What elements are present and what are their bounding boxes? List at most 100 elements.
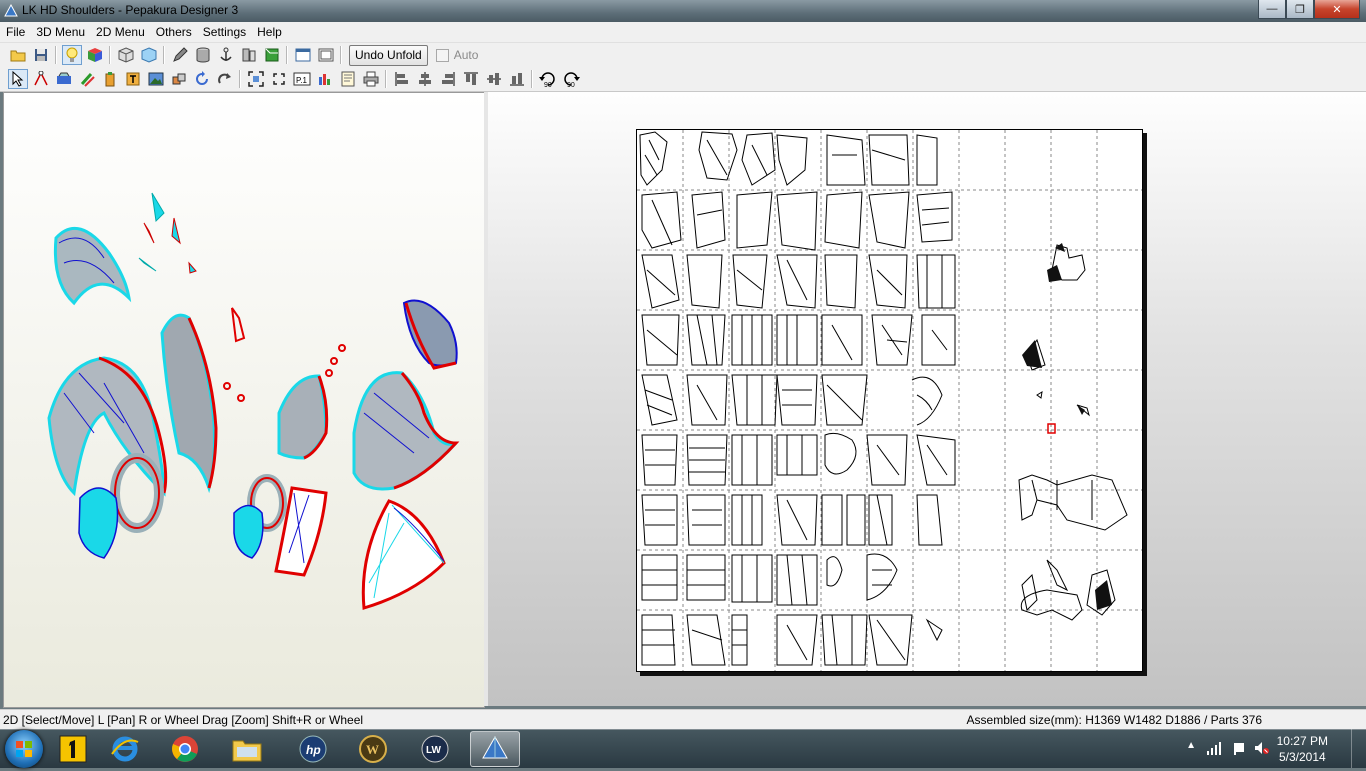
fit-page-button[interactable] (269, 69, 289, 89)
taskbar-app-1[interactable] (48, 731, 98, 767)
page-number-icon: P.1 (293, 72, 310, 86)
paint-tool-button[interactable] (77, 69, 97, 89)
minimize-button[interactable]: — (1258, 0, 1286, 19)
edge-nodes-icon (33, 71, 48, 86)
view-split-button[interactable] (316, 45, 336, 65)
show-desktop-button[interactable] (1351, 729, 1366, 768)
open-button[interactable] (8, 45, 28, 65)
fit-all-button[interactable] (246, 69, 266, 89)
rotate-left-label: 90 (544, 82, 552, 88)
close-button[interactable]: ✕ (1314, 0, 1360, 19)
title-bar[interactable]: LK HD Shoulders - Pepakura Designer 3 — … (0, 0, 1366, 22)
rotate-right-90-button[interactable]: 90 (561, 69, 581, 89)
align-center-button[interactable] (415, 69, 435, 89)
svg-text:LW: LW (426, 745, 442, 756)
floppy-icon (34, 49, 47, 61)
save-button[interactable] (31, 45, 51, 65)
taskbar-chrome[interactable] (160, 731, 210, 767)
print-button[interactable] (361, 69, 381, 89)
select-tool-button[interactable] (7, 69, 28, 89)
color-cube-icon (87, 48, 102, 62)
tray-expand-icon[interactable]: ▲ (1186, 740, 1196, 751)
svg-text:W: W (366, 742, 379, 757)
corners-icon (247, 71, 264, 87)
lightwave-icon: LW (421, 735, 449, 763)
windows-logo-icon (16, 741, 32, 757)
status-bar: 2D [Select/Move] L [Pan] R or Wheel Drag… (0, 709, 1366, 730)
align-right-icon (441, 72, 454, 86)
cylinder-button[interactable] (193, 45, 213, 65)
split-window-icon (318, 48, 333, 62)
network-signal-icon[interactable] (1206, 741, 1222, 755)
align-bottom-icon (509, 73, 524, 86)
text-tool-button[interactable] (100, 69, 120, 89)
flap-tool-button[interactable] (54, 69, 74, 89)
start-button[interactable] (5, 730, 43, 768)
hp-logo-icon: hp (299, 735, 327, 763)
texture-button[interactable] (85, 45, 105, 65)
rotate-icon (195, 71, 208, 85)
action-center-flag-icon[interactable] (1232, 741, 1246, 755)
taskbar-lightwave[interactable]: LW (410, 731, 460, 767)
menu-settings[interactable]: Settings (197, 25, 251, 39)
auto-checkbox[interactable]: Auto (435, 48, 478, 62)
menu-2d[interactable]: 2D Menu (90, 25, 150, 39)
chrome-icon (172, 736, 198, 762)
menu-help[interactable]: Help (251, 25, 287, 39)
page-button[interactable]: P.1 (292, 69, 312, 89)
taskbar-hp-app[interactable]: hp (288, 731, 338, 767)
taskbar-pepakura[interactable] (470, 731, 520, 767)
internet-explorer-icon (111, 736, 139, 762)
pepakura-app-icon (4, 4, 18, 17)
2d-view[interactable] (488, 92, 1366, 706)
image-icon (148, 72, 163, 86)
rotate-part-button[interactable] (192, 69, 212, 89)
chart-button[interactable] (315, 69, 335, 89)
restore-button[interactable]: ❐ (1286, 0, 1314, 19)
align-bottom-button[interactable] (507, 69, 527, 89)
show-3d-button[interactable] (116, 45, 136, 65)
3d-view[interactable] (3, 92, 485, 708)
menu-others[interactable]: Others (150, 25, 197, 39)
align-right-button[interactable] (438, 69, 458, 89)
undo-unfold-button[interactable]: Undo Unfold (349, 44, 428, 66)
pencil-icon (172, 47, 188, 62)
printer-icon (363, 71, 378, 87)
light-button[interactable] (61, 45, 82, 65)
image-tool-button[interactable] (146, 69, 166, 89)
menu-file[interactable]: File (0, 25, 30, 39)
align-middle-button[interactable] (484, 69, 504, 89)
align-top-icon (463, 72, 478, 85)
clock[interactable]: 10:27 PM 5/3/2014 (1277, 733, 1328, 765)
taskbar-world-of-warcraft[interactable]: W (348, 731, 398, 767)
unfold-cube-icon (265, 48, 278, 62)
rotate-left-90-button[interactable]: 90 (538, 69, 558, 89)
anchor-button[interactable] (216, 45, 236, 65)
anchor-icon (219, 47, 232, 61)
flip-part-button[interactable] (215, 69, 235, 89)
taskbar-file-explorer[interactable] (222, 731, 272, 767)
part-tool-button[interactable] (169, 69, 189, 89)
align-top-button[interactable] (461, 69, 481, 89)
cylinder-icon (196, 47, 209, 63)
restore-icon: ❐ (1295, 3, 1305, 16)
3d-model (47, 192, 460, 610)
view-single-button[interactable] (293, 45, 313, 65)
edge-tool-button[interactable] (31, 69, 51, 89)
page-number-text: P.1 (296, 76, 308, 85)
join-button[interactable] (239, 45, 259, 65)
taskbar-internet-explorer[interactable] (100, 731, 150, 767)
unfold-button[interactable] (262, 45, 282, 65)
align-middle-icon (486, 73, 501, 85)
menu-3d[interactable]: 3D Menu (30, 25, 90, 39)
pattern-layout (637, 130, 1142, 671)
text-box-button[interactable] (123, 69, 143, 89)
warcraft-icon: W (359, 735, 387, 763)
show-faces-button[interactable] (139, 45, 159, 65)
paint-icon (80, 72, 95, 87)
align-left-button[interactable] (392, 69, 412, 89)
print-preview-button[interactable] (338, 69, 358, 89)
paper-sheet (636, 129, 1143, 672)
edit-button[interactable] (170, 45, 190, 65)
volume-muted-icon[interactable] (1254, 741, 1270, 755)
